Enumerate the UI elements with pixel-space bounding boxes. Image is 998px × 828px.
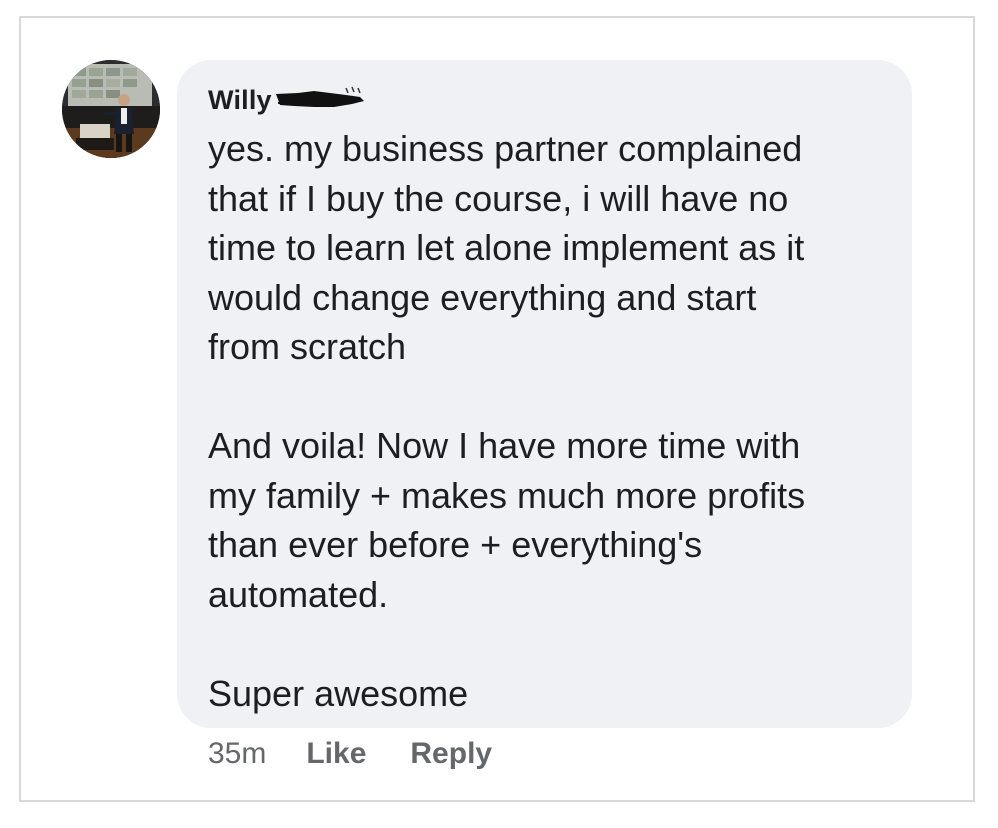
comment-paragraph-3: Super awesome bbox=[208, 672, 469, 714]
comment-paragraph-2: And voila! Now I have more time with my … bbox=[208, 425, 806, 615]
comment-paragraph-1: yes. my business partner complained that… bbox=[208, 128, 805, 367]
comment-author-row: Willy bbox=[208, 82, 370, 118]
reply-button[interactable]: Reply bbox=[410, 737, 492, 771]
avatar-photo bbox=[62, 60, 160, 158]
like-button[interactable]: Like bbox=[306, 737, 366, 771]
comment-actions: 35m Like Reply bbox=[208, 734, 536, 774]
comment-bubble: Willy yes. my business partner complaine… bbox=[177, 60, 912, 728]
comment-message: yes. my business partner complained that… bbox=[208, 124, 898, 718]
comment-author-name[interactable]: Willy bbox=[208, 85, 272, 116]
comment-timestamp[interactable]: 35m bbox=[208, 737, 266, 771]
redaction-mark bbox=[274, 85, 370, 115]
avatar[interactable] bbox=[62, 60, 160, 158]
